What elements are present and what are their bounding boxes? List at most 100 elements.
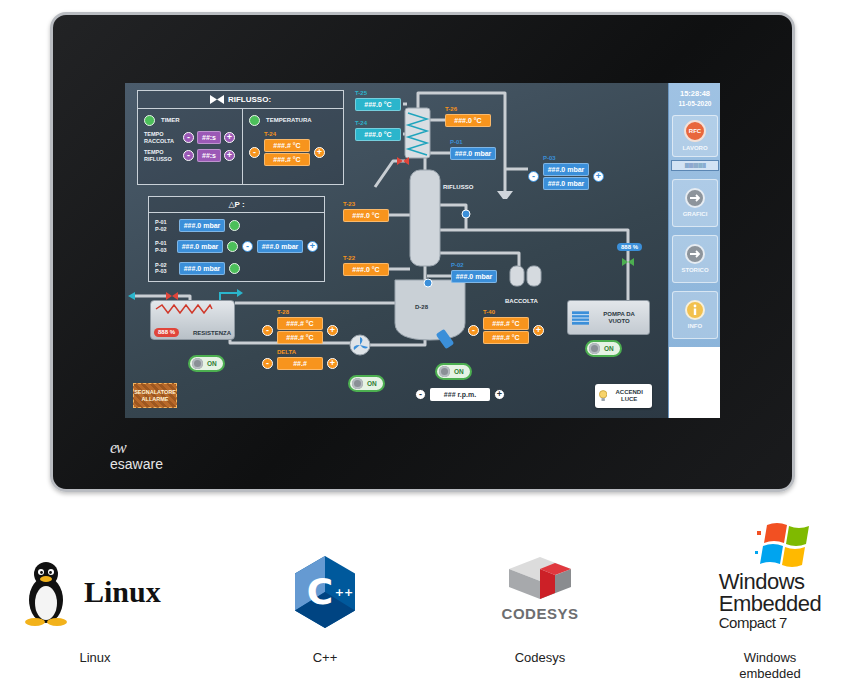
setpoint-box: ###.0 mbar xyxy=(257,240,303,253)
svg-text:C: C xyxy=(307,571,333,612)
value-box: ###.0 °C xyxy=(445,114,491,127)
value-box: ###.0 mbar xyxy=(543,163,589,176)
decrease-button[interactable]: - xyxy=(262,325,273,336)
status-lamp xyxy=(229,263,240,274)
clock: 15:28:4811-05-2020 xyxy=(669,83,720,111)
valve-icon[interactable] xyxy=(397,157,409,165)
nav-button[interactable]: INFO xyxy=(672,291,718,339)
value-box: ###.0 °C xyxy=(355,128,401,141)
decrease-button[interactable]: - xyxy=(415,389,426,400)
platform-caption: Windows embedded xyxy=(724,650,816,682)
increase-button[interactable]: + xyxy=(593,171,604,182)
value-box: ##:s xyxy=(197,131,221,144)
tag-label: P-02 xyxy=(451,262,497,269)
nav-button[interactable]: GRAFICI xyxy=(672,179,718,227)
value-box: ###.# °C xyxy=(264,139,310,152)
on-switch[interactable]: ON xyxy=(348,375,385,392)
increase-button[interactable]: + xyxy=(327,325,338,336)
valve-icon[interactable] xyxy=(622,258,634,266)
arrow-icon xyxy=(685,244,705,264)
value-box: ###.# °C xyxy=(483,331,529,344)
touch-screen: RIFLUSSO:TIMERTEMPORACCOLTA-##:s+TEMPORI… xyxy=(125,83,720,418)
valve-output: 888 % xyxy=(617,243,642,251)
switch-knob xyxy=(439,366,450,377)
on-switch[interactable]: ON xyxy=(435,363,472,380)
vent-icon xyxy=(572,311,589,325)
increase-button[interactable]: + xyxy=(307,241,318,252)
bulb-icon xyxy=(599,389,607,403)
switch-knob xyxy=(589,343,600,354)
platform-caption: Linux xyxy=(79,650,110,666)
value-box: ###.0 °C xyxy=(355,98,401,111)
windows-logo: WindowsEmbeddedCompact 7 xyxy=(719,519,821,630)
panel-title: △P : xyxy=(149,197,324,213)
collection-tank-icon xyxy=(510,266,524,286)
platform-caption: Codesys xyxy=(515,650,566,666)
decrease-button[interactable]: - xyxy=(183,150,194,161)
progress-bar: |||||||||||||||||||| xyxy=(671,160,719,171)
value-box: ###.# °C xyxy=(277,331,323,344)
codesys-logo: CODESYS xyxy=(502,555,579,630)
value-box: ###.0 mbar xyxy=(179,219,225,232)
status-button[interactable]: RFCLAVORO xyxy=(672,115,718,157)
process-tag: T-26###.0 °C xyxy=(445,106,491,127)
process-tag: T-25###.0 °C xyxy=(355,90,401,111)
on-switch[interactable]: ON xyxy=(188,355,225,372)
heater-label: RESISTENZA xyxy=(193,330,231,337)
tag-label: T-22 xyxy=(343,255,389,262)
decrease-button[interactable]: - xyxy=(242,241,253,252)
vessel-icon xyxy=(395,280,465,340)
increase-button[interactable]: + xyxy=(224,132,235,143)
value-box: ###.0 mbar xyxy=(451,270,497,283)
value-box: ##.# xyxy=(277,357,323,370)
delta-row: P-01P-02###.0 mbar xyxy=(155,219,318,232)
tag-label: T-25 xyxy=(355,90,401,97)
setting-row: TEMPORIFLUSSO-##:s+ xyxy=(144,149,236,162)
tag-label: T-24 xyxy=(264,131,310,138)
increase-button[interactable]: + xyxy=(314,147,325,158)
value-box: ###.0 °C xyxy=(343,263,389,276)
increase-button[interactable]: + xyxy=(533,325,544,336)
vessel-label: D-28 xyxy=(415,304,428,310)
value-box: ###.0 mbar xyxy=(450,147,496,160)
process-tag: -P-03###.0 mbar###.0 mbar+ xyxy=(528,155,604,190)
increase-button[interactable]: + xyxy=(327,358,338,369)
status-lamp xyxy=(227,241,238,252)
collection-label: BACCOLTA xyxy=(505,298,538,304)
heater: 888 %RESISTENZA xyxy=(150,300,235,340)
cpp-logo: C++ xyxy=(291,554,359,630)
valve-icon xyxy=(210,95,224,104)
valve-icon[interactable] xyxy=(166,292,178,300)
decrease-button[interactable]: - xyxy=(249,147,260,158)
process-tag: T-22###.0 °C xyxy=(343,255,389,276)
alarm-indicator: SEGNALATORE ALLARME xyxy=(133,383,177,408)
platform-item: CODESYS Codesys xyxy=(460,510,620,682)
tag-label: DELTA xyxy=(277,349,323,356)
light-button[interactable]: ACCENDI LUCE xyxy=(595,384,652,408)
page: RIFLUSSO:TIMERTEMPORACCOLTA-##:s+TEMPORI… xyxy=(0,0,843,689)
info-icon xyxy=(685,300,705,320)
increase-button[interactable]: + xyxy=(494,389,505,400)
nav-button[interactable]: STORICO xyxy=(672,235,718,283)
tag-label: T-23 xyxy=(343,201,389,208)
delta-row: P-01P-03###.0 mbar-###.0 mbar+ xyxy=(155,240,318,253)
reflux-label: RIFLUSSO xyxy=(443,184,473,190)
decrease-button[interactable]: - xyxy=(468,325,479,336)
on-switch[interactable]: ON xyxy=(585,340,622,357)
decrease-button[interactable]: - xyxy=(528,171,539,182)
decrease-button[interactable]: - xyxy=(262,358,273,369)
condenser-icon xyxy=(405,108,430,158)
switch-knob xyxy=(352,378,363,389)
speed-control: -### r.p.m.+ xyxy=(415,388,505,401)
tag-label: T-26 xyxy=(445,106,491,113)
process-tag: -T-28###.# °C###.# °C+ xyxy=(262,309,338,344)
platform-item: LinuxLinux xyxy=(0,510,190,682)
value-box: ###.0 °C xyxy=(343,209,389,222)
value-box: ###.# °C xyxy=(264,153,310,166)
decrease-button[interactable]: - xyxy=(183,132,194,143)
delta-p-panel: △P :P-01P-02###.0 mbarP-01P-03###.0 mbar… xyxy=(148,196,325,282)
tag-label: P-01 xyxy=(450,139,496,146)
platform-caption: C++ xyxy=(313,650,338,666)
increase-button[interactable]: + xyxy=(224,150,235,161)
platform-item: C++ C++ xyxy=(190,510,460,682)
